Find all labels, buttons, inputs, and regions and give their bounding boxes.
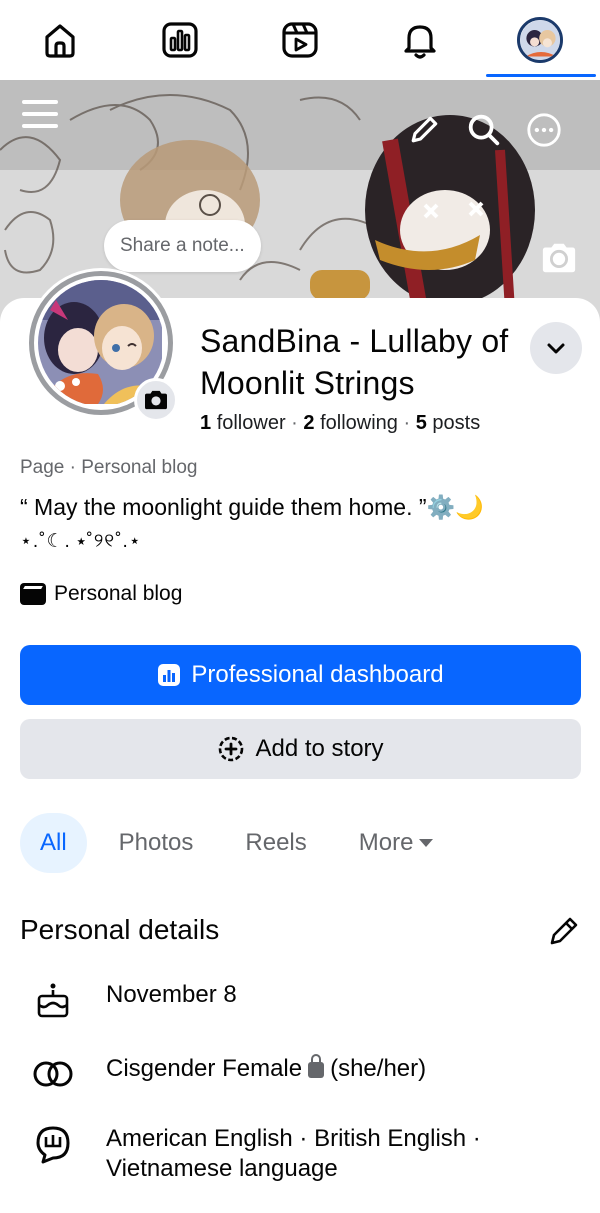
active-tab-indicator	[486, 74, 596, 77]
professional-dashboard-label: Professional dashboard	[191, 661, 444, 688]
camera-icon	[145, 390, 167, 410]
change-profile-picture-button[interactable]	[134, 378, 178, 422]
profile-avatar-icon	[517, 17, 563, 63]
detail-birthday: November 8	[30, 980, 237, 1020]
nav-dashboard[interactable]	[120, 0, 240, 80]
languages-text: American English · British English · Vie…	[106, 1125, 481, 1182]
caret-down-icon	[419, 839, 434, 847]
nav-profile[interactable]	[480, 0, 600, 80]
home-icon	[45, 24, 75, 58]
edit-details-button[interactable]	[546, 913, 582, 949]
birthday-cake-icon	[30, 980, 76, 1020]
reels-icon	[282, 22, 318, 58]
camera-icon	[542, 243, 576, 273]
search-icon	[468, 114, 500, 146]
menu-icon	[22, 100, 58, 128]
cover-camera-button[interactable]	[538, 238, 580, 278]
dashboard-icon	[162, 22, 198, 58]
gender-rings-icon	[30, 1054, 76, 1094]
nav-reels[interactable]	[240, 0, 360, 80]
tab-all[interactable]: All	[20, 813, 87, 873]
birthday-text: November 8	[106, 981, 237, 1008]
profile-stats: 1 follower · 2 following · 5 posts	[200, 412, 481, 434]
add-to-story-button[interactable]: Add to story	[20, 719, 581, 779]
gender-text: Cisgender Female (she/her)	[106, 1054, 427, 1082]
top-navigation	[0, 0, 600, 80]
nav-home[interactable]	[0, 0, 120, 80]
add-story-icon	[219, 736, 244, 762]
menu-button[interactable]	[20, 94, 60, 134]
language-chat-icon	[30, 1124, 76, 1164]
lock-icon	[308, 1054, 325, 1078]
profile-name: SandBina - Lullaby of Moonlit Strings	[200, 323, 509, 401]
category-icon	[20, 583, 46, 605]
category-row: Personal blog	[20, 582, 182, 606]
tab-reels[interactable]: Reels	[225, 813, 326, 873]
detail-gender: Cisgender Female (she/her)	[30, 1054, 426, 1094]
edit-cover-button[interactable]	[404, 110, 444, 150]
search-button[interactable]	[464, 110, 504, 150]
pencil-icon	[550, 917, 578, 945]
nav-notifications[interactable]	[360, 0, 480, 80]
tab-more[interactable]: More	[339, 813, 454, 873]
profile-options-dropdown[interactable]	[530, 322, 582, 374]
add-to-story-label: Add to story	[255, 735, 384, 762]
share-note-placeholder: Share a note...	[120, 235, 245, 256]
share-note-bubble[interactable]: Share a note...	[104, 220, 261, 272]
dashboard-icon	[158, 664, 181, 686]
more-options-button[interactable]	[524, 110, 564, 150]
pencil-icon	[411, 116, 438, 143]
bio-text: “ May the moonlight guide them home. ”⚙️…	[20, 494, 484, 520]
more-icon	[527, 113, 561, 147]
followers-link[interactable]: 1 follower	[200, 412, 286, 434]
professional-dashboard-button[interactable]: Professional dashboard	[20, 645, 581, 705]
following-link[interactable]: 2 following	[303, 412, 398, 434]
bell-icon	[404, 25, 436, 59]
posts-count: 5 posts	[415, 412, 481, 434]
tab-photos[interactable]: Photos	[99, 813, 214, 873]
page-type-label: Page · Personal blog	[20, 457, 198, 478]
chevron-down-icon	[547, 343, 565, 354]
detail-languages: American English · British English · Vie…	[30, 1124, 481, 1184]
bio-decoration: ⋆.˚☾. ⭑˚୨୧˚.⋆	[20, 531, 142, 552]
category-label: Personal blog	[54, 582, 183, 605]
personal-details-title: Personal details	[20, 914, 220, 945]
profile-tabs: All Photos Reels More	[20, 813, 465, 873]
